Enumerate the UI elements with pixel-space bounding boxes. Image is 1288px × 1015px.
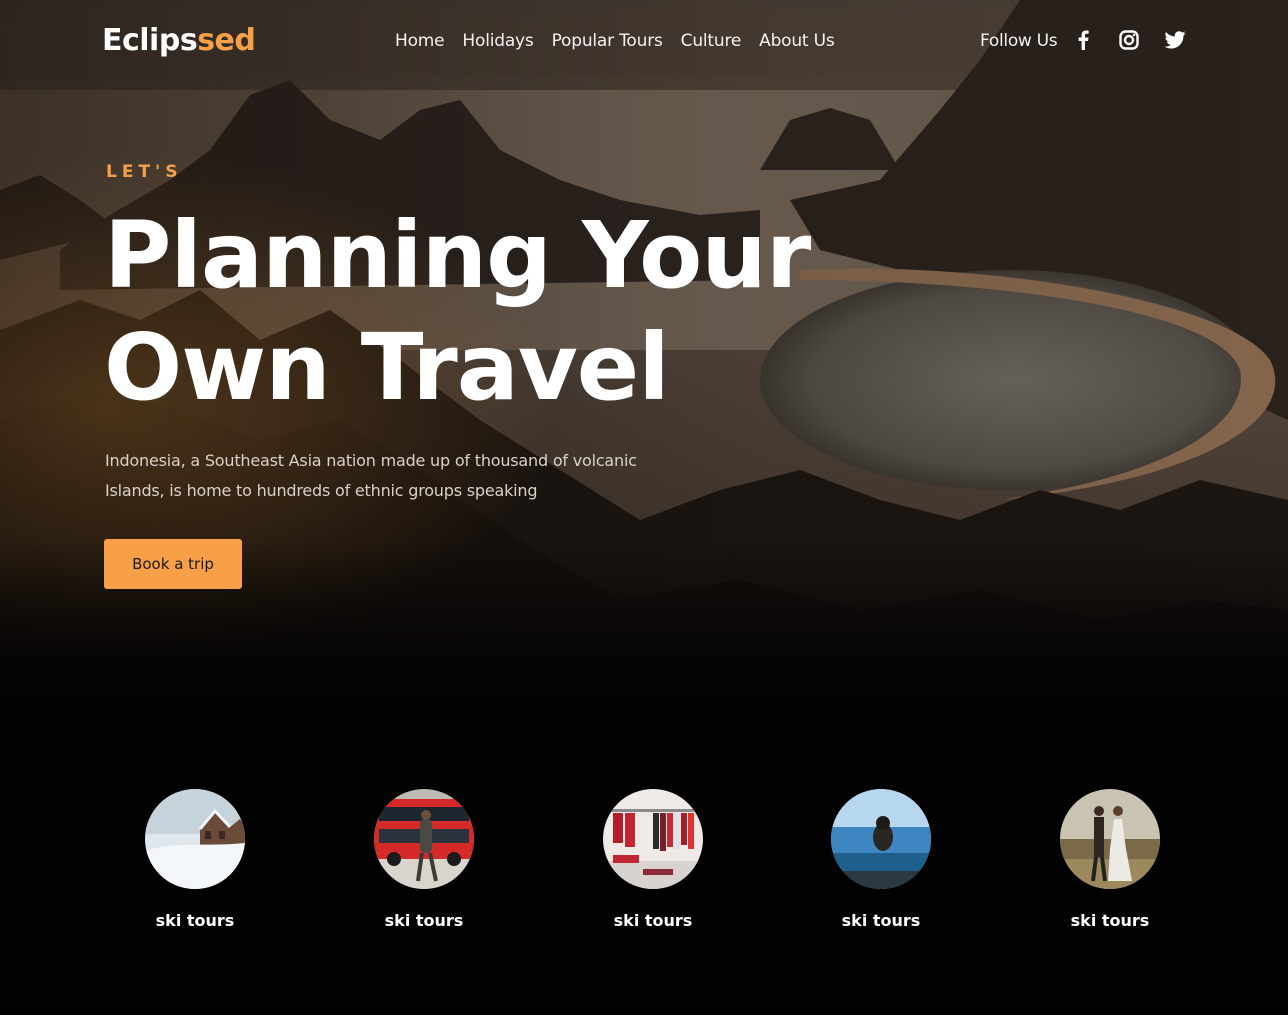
facebook-icon[interactable] (1071, 28, 1095, 52)
twitter-icon[interactable] (1163, 28, 1187, 52)
brand-logo-part1: Eclips (102, 23, 198, 58)
hero-title-line2: Own Travel (104, 314, 670, 421)
category-item[interactable]: ski tours (1035, 789, 1185, 932)
nav-item-holidays[interactable]: Holidays (462, 29, 533, 53)
category-label: ski tours (613, 911, 693, 930)
brand-logo-part2: sed (197, 23, 256, 58)
category-label: ski tours (155, 911, 235, 930)
category-image-couple-walking[interactable] (1060, 789, 1160, 889)
category-image-snowy-cabin[interactable] (145, 789, 245, 889)
hero-title: Planning Your Own Travel (104, 200, 864, 424)
book-a-trip-button[interactable]: Book a trip (104, 539, 242, 589)
category-item[interactable]: ski tours (806, 789, 956, 932)
nav-item-culture[interactable]: Culture (681, 29, 742, 53)
category-label: ski tours (384, 911, 464, 930)
hero-description: Indonesia, a Southeast Asia nation made … (105, 446, 665, 506)
nav-item-about-us[interactable]: About Us (759, 29, 835, 53)
instagram-icon[interactable] (1117, 28, 1141, 52)
category-image-infinity-pool[interactable] (831, 789, 931, 889)
category-image-clothing-store[interactable] (603, 789, 703, 889)
category-image-red-bus-street[interactable] (374, 789, 474, 889)
category-item[interactable]: ski tours (349, 789, 499, 932)
hero-eyebrow: LET'S (106, 162, 183, 182)
follow-us-label: Follow Us (980, 31, 1058, 51)
hero-description-line1: Indonesia, a Southeast Asia nation made … (105, 451, 637, 470)
category-label: ski tours (841, 911, 921, 930)
hero-title-line1: Planning Your (104, 202, 811, 309)
brand-logo[interactable]: Eclipssed (102, 22, 256, 60)
nav-item-popular-tours[interactable]: Popular Tours (552, 29, 663, 53)
category-label: ski tours (1070, 911, 1150, 930)
main-navigation: Home Holidays Popular Tours Culture Abou… (395, 29, 853, 53)
category-item[interactable]: ski tours (578, 789, 728, 932)
hero-description-line2: Islands, is home to hundreds of ethnic g… (105, 481, 538, 500)
nav-item-home[interactable]: Home (395, 29, 445, 53)
category-item[interactable]: ski tours (120, 789, 270, 932)
